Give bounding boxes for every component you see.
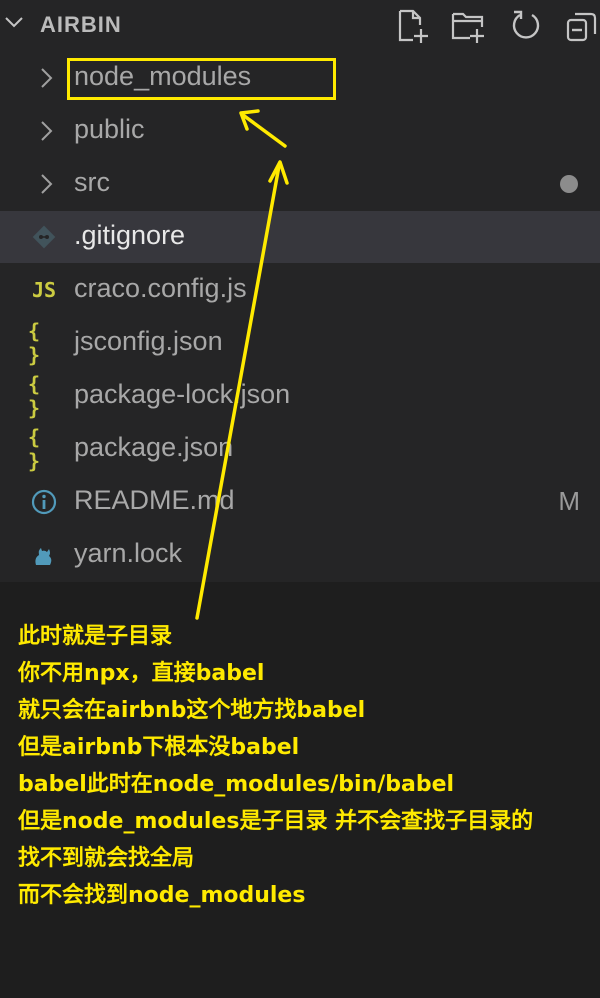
json-icon: { } — [28, 319, 41, 367]
tree-item-src[interactable]: src — [0, 158, 600, 210]
modified-badge: M — [558, 486, 580, 516]
tree-item-label: package.json — [74, 432, 234, 462]
new-file-icon[interactable] — [394, 8, 430, 44]
chevron-right-icon[interactable] — [34, 172, 58, 196]
annotation-notes: 此时就是子目录 你不用npx，直接babel 就只会在airbnb这个地方找ba… — [18, 618, 598, 914]
node-modules-highlight-box — [67, 58, 336, 100]
js-icon: JS — [31, 278, 57, 302]
collapse-all-icon[interactable] — [564, 8, 600, 44]
tree-item-label: .gitignore — [74, 220, 186, 250]
explorer-title: AIRBIN — [40, 12, 122, 37]
tree-item-craco-config[interactable]: JS craco.config.js — [0, 264, 600, 316]
annotation-line: 此时就是子目录 — [18, 624, 173, 649]
chevron-right-icon[interactable] — [34, 119, 58, 143]
chevron-down-icon[interactable] — [2, 10, 26, 34]
tree-item-jsconfig[interactable]: { } jsconfig.json — [0, 317, 600, 369]
tree-item-public[interactable]: public — [0, 105, 600, 157]
tree-item-label: README.md — [74, 485, 235, 515]
tree-item-yarn-lock[interactable]: yarn.lock — [0, 529, 600, 581]
file-explorer-tree: node_modules public src .gitignore JS cr… — [0, 52, 600, 582]
tree-item-package[interactable]: { } package.json — [0, 423, 600, 475]
annotation-line: 但是node_modules是子目录 并不会查找子目录的 — [18, 809, 534, 834]
annotation-line: 但是airbnb下根本没babel — [18, 735, 300, 760]
tree-item-package-lock[interactable]: { } package-lock.json — [0, 370, 600, 422]
annotation-line: 就只会在airbnb这个地方找babel — [18, 698, 366, 723]
new-folder-icon[interactable] — [450, 8, 486, 44]
tree-item-label: public — [74, 114, 145, 144]
annotation-line: babel此时在node_modules/bin/babel — [18, 772, 455, 797]
tree-item-label: craco.config.js — [74, 273, 247, 303]
explorer-header[interactable]: AIRBIN — [0, 0, 600, 52]
tree-item-label: package-lock.json — [74, 379, 291, 409]
annotation-line: 找不到就会找全局 — [18, 846, 195, 871]
tree-item-readme[interactable]: README.md M — [0, 476, 600, 528]
annotation-line: 你不用npx，直接babel — [18, 661, 265, 686]
info-icon — [28, 488, 60, 516]
git-icon — [28, 223, 60, 251]
json-icon: { } — [28, 372, 41, 420]
refresh-icon[interactable] — [508, 8, 544, 44]
yarn-cat-icon — [28, 541, 60, 569]
annotation-line: 而不会找到node_modules — [18, 883, 306, 908]
tree-item-label: yarn.lock — [74, 538, 183, 568]
tree-item-label: src — [74, 167, 110, 197]
chevron-right-icon[interactable] — [34, 66, 58, 90]
tree-item-label: jsconfig.json — [74, 326, 223, 356]
tree-item-gitignore[interactable]: .gitignore — [0, 211, 600, 263]
json-icon: { } — [28, 425, 41, 473]
modified-dot — [560, 175, 578, 193]
